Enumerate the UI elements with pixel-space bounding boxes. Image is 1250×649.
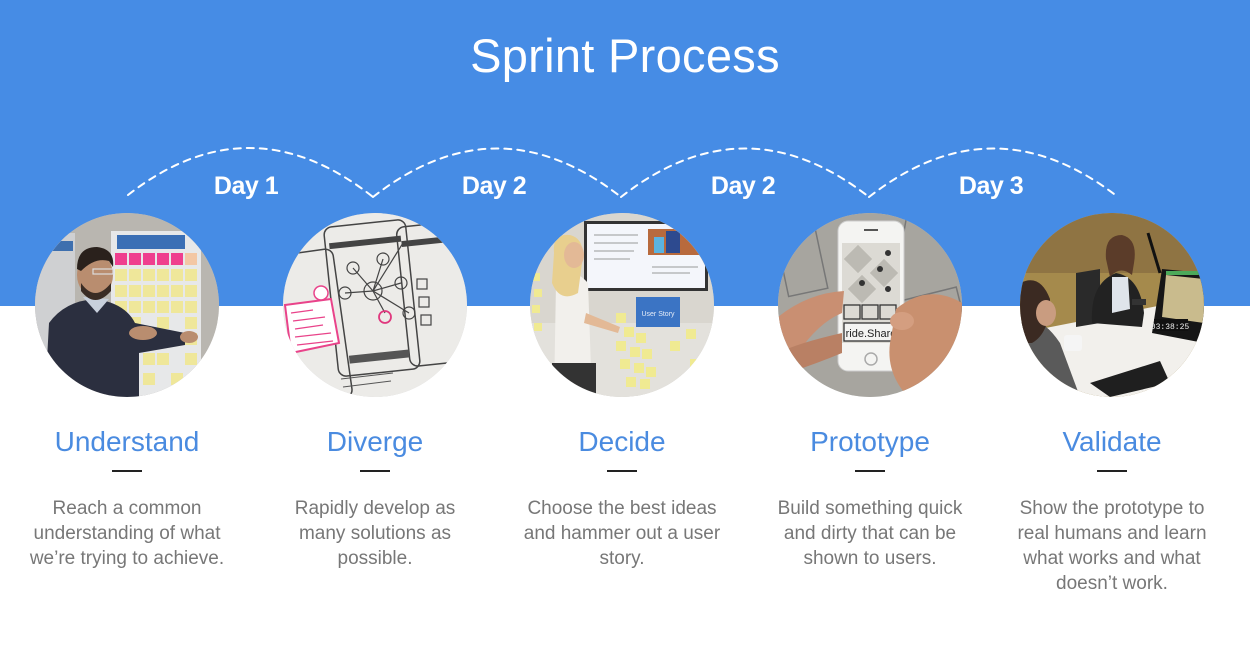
divider-decide <box>607 470 637 472</box>
step-title-decide: Decide <box>578 426 666 457</box>
day-label-3: Day 2 <box>710 172 776 200</box>
divider-validate <box>1097 470 1127 472</box>
day-label-4: Day 3 <box>958 172 1024 200</box>
divider-diverge <box>360 470 390 472</box>
step-title-validate: Validate <box>1062 426 1162 457</box>
photo-timer-text: 03:38:25 <box>1151 323 1190 332</box>
step-description-decide: Choose the best ideas and hammer out a u… <box>523 498 721 569</box>
step-description-validate: Show the prototype to real humans and le… <box>1017 498 1207 594</box>
photo-understand <box>35 213 219 397</box>
step-description-understand: Reach a common understanding of what we’… <box>29 498 225 569</box>
step-title-diverge: Diverge <box>326 426 424 457</box>
photo-ride-share-text: ride.Share <box>846 328 897 340</box>
step-title-understand: Understand <box>54 426 200 457</box>
photo-prototype: ride.Share <box>778 213 962 397</box>
photo-diverge <box>283 213 467 397</box>
divider-understand <box>112 470 142 472</box>
step-title-prototype: Prototype <box>810 426 930 457</box>
divider-prototype <box>855 470 885 472</box>
day-label-2: Day 2 <box>461 172 527 200</box>
day-label-1: Day 1 <box>213 172 279 200</box>
photo-decide: User Story <box>530 213 714 397</box>
photo-user-story-text: User Story <box>641 311 675 318</box>
photo-validate: 03:38:25 <box>1020 213 1204 397</box>
step-description-diverge: Rapidly develop as many solutions as pos… <box>294 498 456 569</box>
step-description-prototype: Build something quick and dirty that can… <box>777 498 963 569</box>
